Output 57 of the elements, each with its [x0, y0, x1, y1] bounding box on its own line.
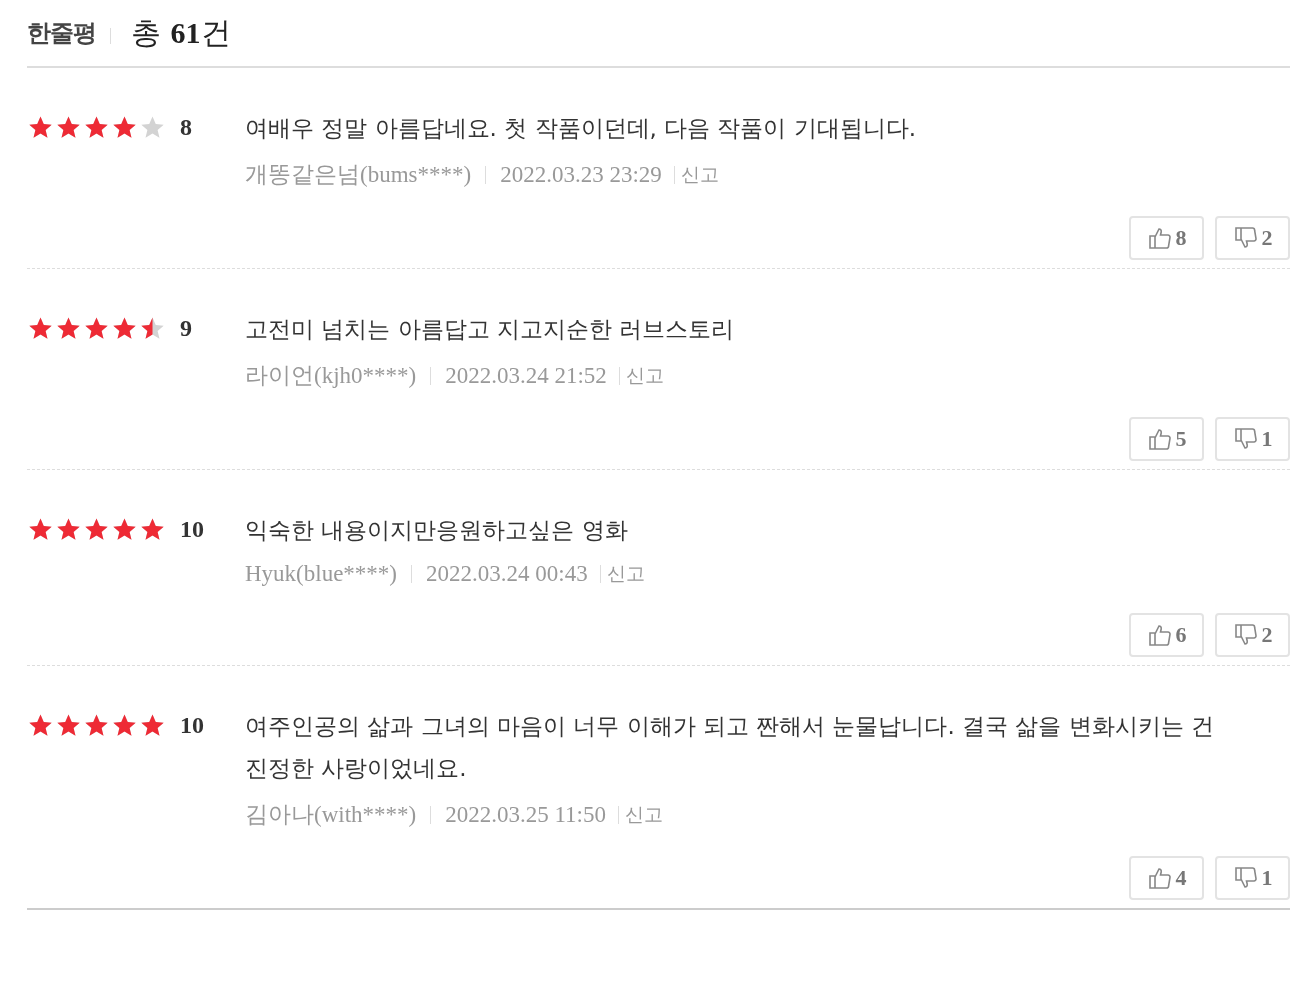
star-icon — [111, 517, 138, 541]
star-icon — [55, 316, 82, 340]
review-text: 여배우 정말 아름답네요. 첫 작품이던데, 다음 작품이 기대됩니다. — [245, 114, 918, 143]
rating-score: 10 — [180, 515, 204, 543]
star-icon — [111, 316, 138, 340]
review-text: 여주인공의 삶과 그녀의 마음이 너무 이해가 되고 짠해서 눈물납니다. 결국 삶을 변화시키는 건 진정한 사랑이었네요. — [245, 712, 1216, 783]
thumbs-down-icon — [1232, 226, 1259, 250]
like-button[interactable]: 6 — [1129, 613, 1204, 657]
thumbs-down-icon — [1232, 866, 1259, 890]
rating-score: 9 — [180, 314, 192, 342]
thumbs-down-icon — [1232, 623, 1259, 647]
report-link[interactable]: 신고 — [625, 362, 664, 389]
report-link[interactable]: 신고 — [680, 161, 719, 188]
thumbs-up-icon — [1146, 427, 1173, 451]
review-author: 김아나(with****) — [245, 801, 417, 829]
review-date: 2022.03.23 23:29 — [500, 161, 662, 188]
dislike-button[interactable]: 1 — [1215, 856, 1290, 900]
review-author: 라이언(kjh0****) — [245, 362, 417, 390]
review-date: 2022.03.25 11:50 — [445, 801, 606, 828]
review-date: 2022.03.24 21:52 — [445, 362, 607, 389]
review-count: 총 61건 — [131, 13, 231, 52]
star-icon — [27, 316, 54, 340]
thumbs-up-icon — [1146, 623, 1173, 647]
like-button[interactable]: 4 — [1129, 856, 1204, 900]
review-author: Hyuk(blue****) — [245, 561, 398, 587]
report-link[interactable]: 신고 — [606, 561, 645, 587]
star-icon — [139, 115, 166, 139]
star-icon — [55, 115, 82, 139]
star-icon — [139, 713, 166, 737]
report-link[interactable]: 신고 — [625, 801, 663, 828]
like-button[interactable]: 5 — [1129, 417, 1204, 461]
review-author: 개똥같은넘(bums****) — [245, 161, 472, 189]
thumbs-down-icon — [1232, 427, 1259, 451]
review-text: 고전미 넘치는 아름답고 지고지순한 러브스토리 — [245, 315, 736, 344]
star-icon — [111, 115, 138, 139]
like-button[interactable]: 8 — [1129, 216, 1204, 260]
star-icon — [139, 517, 166, 541]
thumbs-up-icon — [1146, 226, 1173, 250]
dislike-button[interactable]: 1 — [1215, 417, 1290, 461]
section-title: 한줄평 — [27, 18, 96, 49]
thumbs-up-icon — [1146, 866, 1173, 890]
star-icon — [111, 713, 138, 737]
review-text: 익숙한 내용이지만응원하고싶은 영화 — [245, 516, 629, 545]
star-icon — [83, 713, 110, 737]
rating-score: 10 — [180, 711, 204, 739]
rating-score: 8 — [180, 113, 192, 141]
dislike-button[interactable]: 2 — [1215, 216, 1290, 260]
dislike-button[interactable]: 2 — [1215, 613, 1290, 657]
star-icon — [27, 517, 54, 541]
star-icon — [55, 517, 82, 541]
star-icon — [55, 713, 82, 737]
star-icon — [27, 115, 54, 139]
star-icon — [27, 713, 54, 737]
star-icon — [83, 115, 110, 139]
star-icon — [83, 517, 110, 541]
review-date: 2022.03.24 00:43 — [426, 561, 588, 587]
star-icon — [83, 316, 110, 340]
